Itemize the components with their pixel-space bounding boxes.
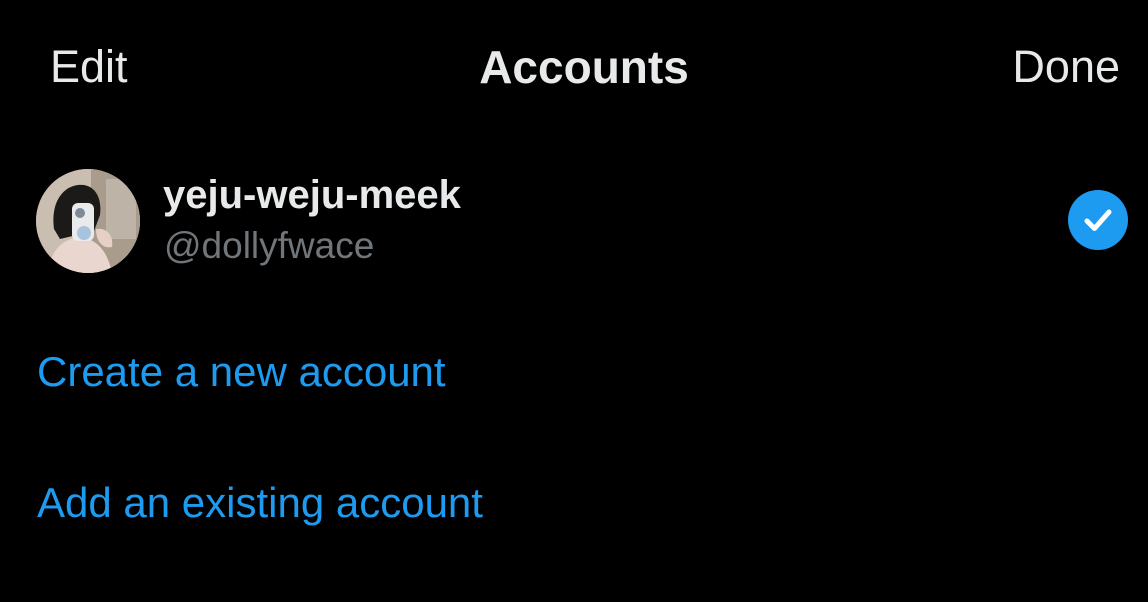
navigation-bar: Edit Accounts Done bbox=[0, 0, 1148, 134]
account-handle: @dollyfwace bbox=[164, 225, 375, 266]
create-new-account-link[interactable]: Create a new account bbox=[37, 347, 446, 397]
done-button[interactable]: Done bbox=[1012, 40, 1120, 94]
account-row[interactable]: yeju-weju-meek @dollyfwace bbox=[0, 150, 1148, 290]
page-title: Accounts bbox=[479, 41, 689, 93]
checkmark-circle-icon bbox=[1068, 190, 1128, 250]
add-existing-account-link[interactable]: Add an existing account bbox=[37, 478, 483, 528]
avatar bbox=[36, 169, 140, 273]
account-display-name: yeju-weju-meek bbox=[163, 173, 461, 217]
profile-photo-icon bbox=[36, 169, 140, 273]
